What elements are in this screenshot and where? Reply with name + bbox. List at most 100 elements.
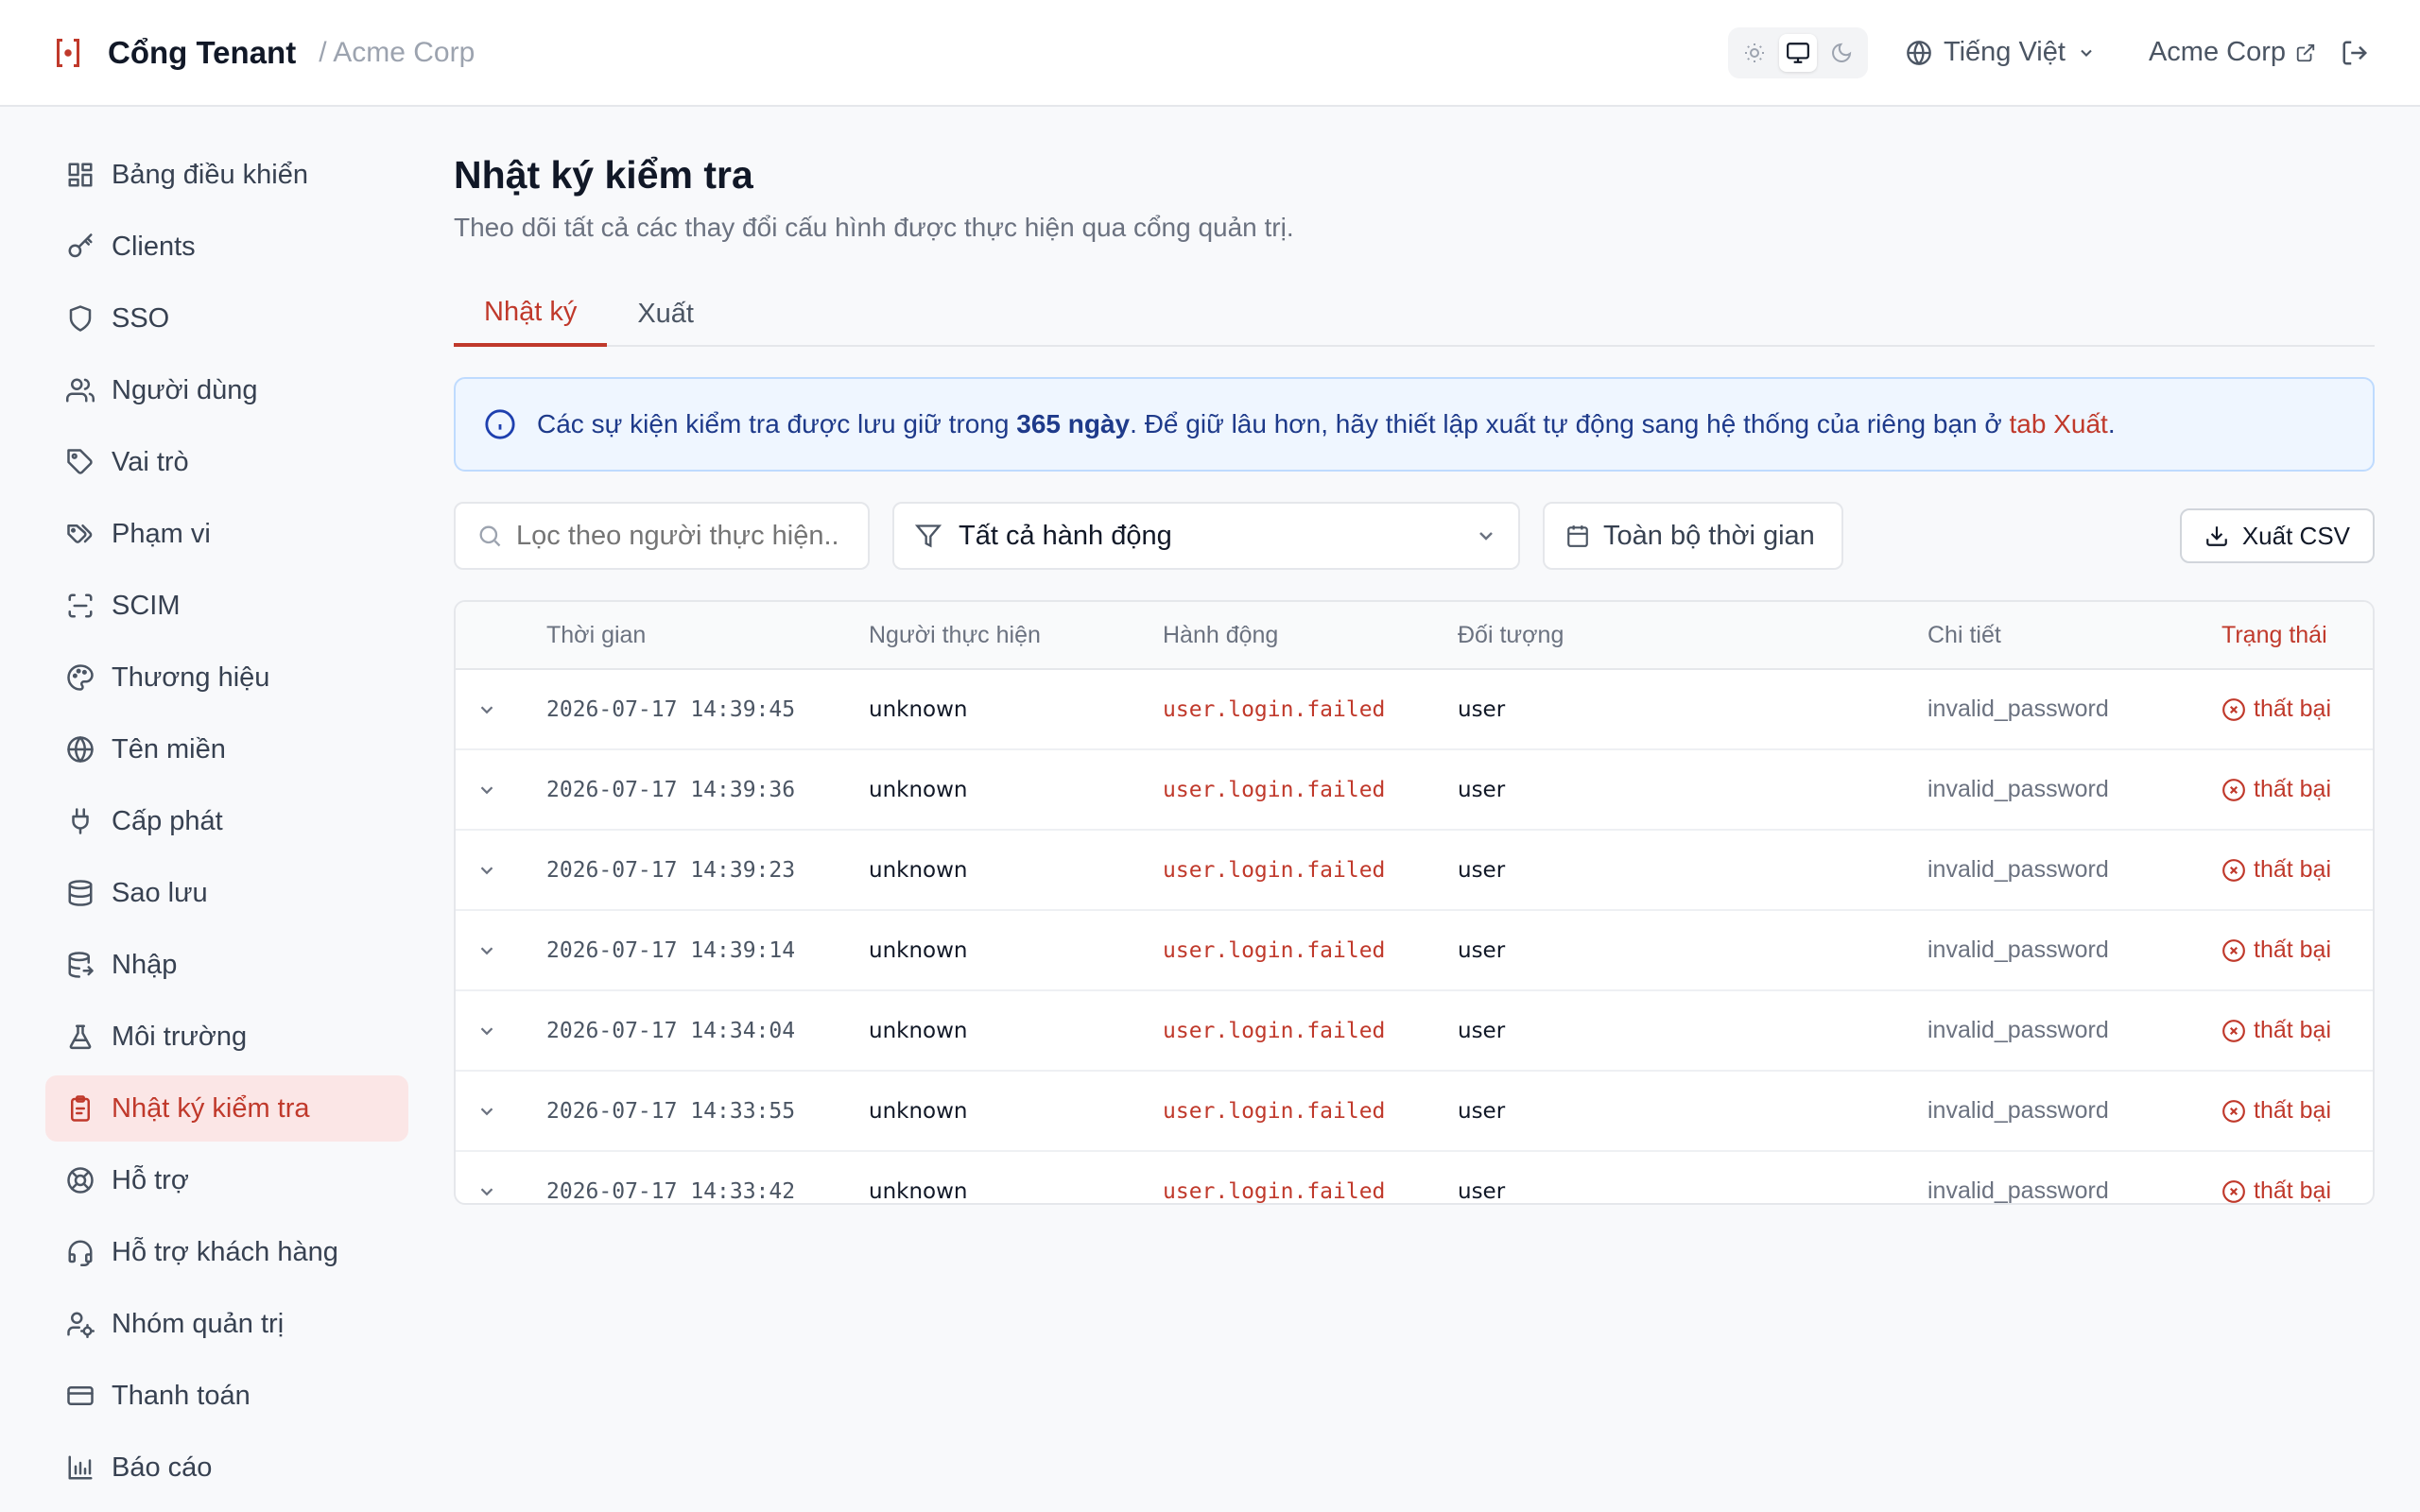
table-header: Thời gian Người thực hiện Hành động Đối …: [456, 602, 2373, 670]
header-actor[interactable]: Người thực hiện: [869, 622, 1163, 649]
sidebar-item-15[interactable]: Hỗ trợ: [45, 1147, 408, 1213]
tab-logs[interactable]: Nhật ký: [454, 281, 608, 347]
filter-bar: Tất cả hành động Toàn bộ thời gian Xuất …: [454, 502, 2375, 570]
notice-retention-days: 365 ngày: [1016, 409, 1131, 438]
globe-icon: [66, 735, 95, 764]
cell-target: user: [1458, 696, 1506, 722]
sidebar-item-2[interactable]: Clients: [45, 214, 408, 280]
sidebar-item-9[interactable]: Tên miền: [45, 716, 408, 782]
x-circle-icon: [2222, 1019, 2245, 1042]
org-external-link[interactable]: Acme Corp: [2149, 37, 2316, 68]
header-status[interactable]: Trạng thái: [2221, 622, 2373, 649]
table-row[interactable]: 2026-07-17 14:33:55 unknown user.login.fai…: [456, 1072, 2373, 1152]
table-row[interactable]: 2026-07-17 14:33:42 unknown user.login.fai…: [456, 1152, 2373, 1204]
sidebar-item-11[interactable]: Sao lưu: [45, 860, 408, 926]
status-label: thất bại: [2254, 1097, 2332, 1124]
cell-actor: unknown: [869, 937, 968, 963]
cell-actor: unknown: [869, 696, 968, 722]
sidebar-item-7[interactable]: SCIM: [45, 573, 408, 639]
header-target[interactable]: Đối tượng: [1458, 622, 1927, 649]
row-expand-toggle[interactable]: [456, 699, 546, 720]
tab-export[interactable]: Xuất: [607, 281, 724, 347]
flask-icon: [66, 1022, 95, 1051]
sidebar-item-4[interactable]: Người dùng: [45, 357, 408, 423]
action-filter-select[interactable]: Tất cả hành động: [892, 502, 1520, 570]
status-badge: thất bại: [2221, 696, 2373, 723]
page-subtitle: Theo dõi tất cả các thay đổi cấu hình đư…: [454, 213, 1294, 242]
cell-action: user.login.failed: [1163, 1098, 1386, 1124]
sidebar-item-8[interactable]: Thương hiệu: [45, 644, 408, 711]
table-row[interactable]: 2026-07-17 14:39:23 unknown user.login.fai…: [456, 831, 2373, 911]
sidebar-item-12[interactable]: Nhập: [45, 932, 408, 998]
theme-light-button[interactable]: [1736, 34, 1773, 72]
status-label: thất bại: [2254, 856, 2332, 883]
header-time[interactable]: Thời gian: [546, 622, 869, 649]
x-circle-icon: [2222, 778, 2245, 801]
cell-detail: invalid_password: [1927, 696, 2109, 722]
search-icon: [479, 525, 501, 547]
notice-text: Các sự kiện kiểm tra được lưu giữ trong …: [537, 409, 2116, 439]
row-expand-toggle[interactable]: [456, 780, 546, 800]
header-action[interactable]: Hành động: [1163, 622, 1458, 649]
row-expand-toggle[interactable]: [456, 940, 546, 961]
globe-icon: [1907, 40, 1931, 65]
bar-chart-icon: [66, 1453, 95, 1482]
table-row[interactable]: 2026-07-17 14:39:45 unknown user.login.fai…: [456, 670, 2373, 750]
sidebar-item-label: Nhật ký kiểm tra: [112, 1092, 310, 1124]
cell-actor: unknown: [869, 1098, 968, 1124]
cell-actor: unknown: [869, 1178, 968, 1204]
external-link-icon: [2296, 43, 2315, 61]
notice-export-tab-link[interactable]: tab Xuất: [2010, 409, 2108, 438]
sidebar-item-18[interactable]: Thanh toán: [45, 1363, 408, 1429]
sidebar-item-10[interactable]: Cấp phát: [45, 788, 408, 854]
export-csv-button[interactable]: Xuất CSV: [2179, 508, 2375, 563]
cell-time: 2026-07-17 14:34:04: [546, 1018, 796, 1043]
row-expand-toggle[interactable]: [456, 860, 546, 881]
sidebar-item-14[interactable]: Nhật ký kiểm tra: [45, 1075, 408, 1142]
sidebar-item-6[interactable]: Phạm vi: [45, 501, 408, 567]
notice-prefix: Các sự kiện kiểm tra được lưu giữ trong: [537, 409, 1017, 438]
status-label: thất bại: [2254, 776, 2332, 802]
sidebar-item-13[interactable]: Môi trường: [45, 1004, 408, 1070]
tab-bar: Nhật ký Xuất: [454, 281, 2375, 347]
theme-system-button[interactable]: [1778, 33, 1817, 72]
cell-detail: invalid_password: [1927, 936, 2109, 963]
actor-search-input[interactable]: [516, 520, 838, 552]
status-label: thất bại: [2254, 1017, 2332, 1043]
cell-target: user: [1458, 937, 1506, 963]
sidebar-item-3[interactable]: SSO: [45, 285, 408, 352]
sidebar-item-label: Vai trò: [112, 446, 189, 477]
table-row[interactable]: 2026-07-17 14:39:36 unknown user.login.fai…: [456, 750, 2373, 831]
sidebar-item-16[interactable]: Hỗ trợ khách hàng: [45, 1219, 408, 1285]
logout-button[interactable]: [2341, 39, 2369, 67]
theme-switcher: [1727, 26, 1868, 78]
moon-icon: [1832, 43, 1852, 62]
sidebar-item-19[interactable]: Báo cáo: [45, 1435, 408, 1501]
table-row[interactable]: 2026-07-17 14:39:14 unknown user.login.fai…: [456, 911, 2373, 991]
clipboard-icon: [66, 1094, 95, 1123]
row-expand-toggle[interactable]: [456, 1021, 546, 1041]
sidebar-item-5[interactable]: Vai trò: [45, 429, 408, 495]
cell-target: user: [1458, 1018, 1506, 1043]
user-cog-icon: [66, 1310, 95, 1338]
sidebar-item-label: Clients: [112, 231, 196, 262]
cell-target: user: [1458, 777, 1506, 802]
theme-dark-button[interactable]: [1823, 34, 1860, 72]
sidebar-item-label: SCIM: [112, 590, 181, 621]
status-badge: thất bại: [2221, 936, 2373, 964]
row-expand-toggle[interactable]: [456, 1181, 546, 1202]
cell-time: 2026-07-17 14:39:45: [546, 696, 796, 722]
brand-title[interactable]: Cổng Tenant: [108, 35, 296, 71]
sidebar-item-label: SSO: [112, 302, 170, 334]
time-range-select[interactable]: Toàn bộ thời gian: [1543, 502, 1843, 570]
sidebar-item-label: Người dùng: [112, 374, 258, 405]
headset-icon: [66, 1238, 95, 1266]
sidebar-item-1[interactable]: Bảng điều khiển: [45, 142, 408, 208]
row-expand-toggle[interactable]: [456, 1101, 546, 1122]
actor-search-field[interactable]: [454, 502, 870, 570]
language-label: Tiếng Việt: [1943, 37, 2066, 67]
header-detail[interactable]: Chi tiết: [1927, 622, 2221, 649]
sidebar-item-17[interactable]: Nhóm quản trị: [45, 1291, 408, 1357]
table-row[interactable]: 2026-07-17 14:34:04 unknown user.login.fai…: [456, 991, 2373, 1072]
language-selector[interactable]: Tiếng Việt: [1906, 37, 2096, 68]
